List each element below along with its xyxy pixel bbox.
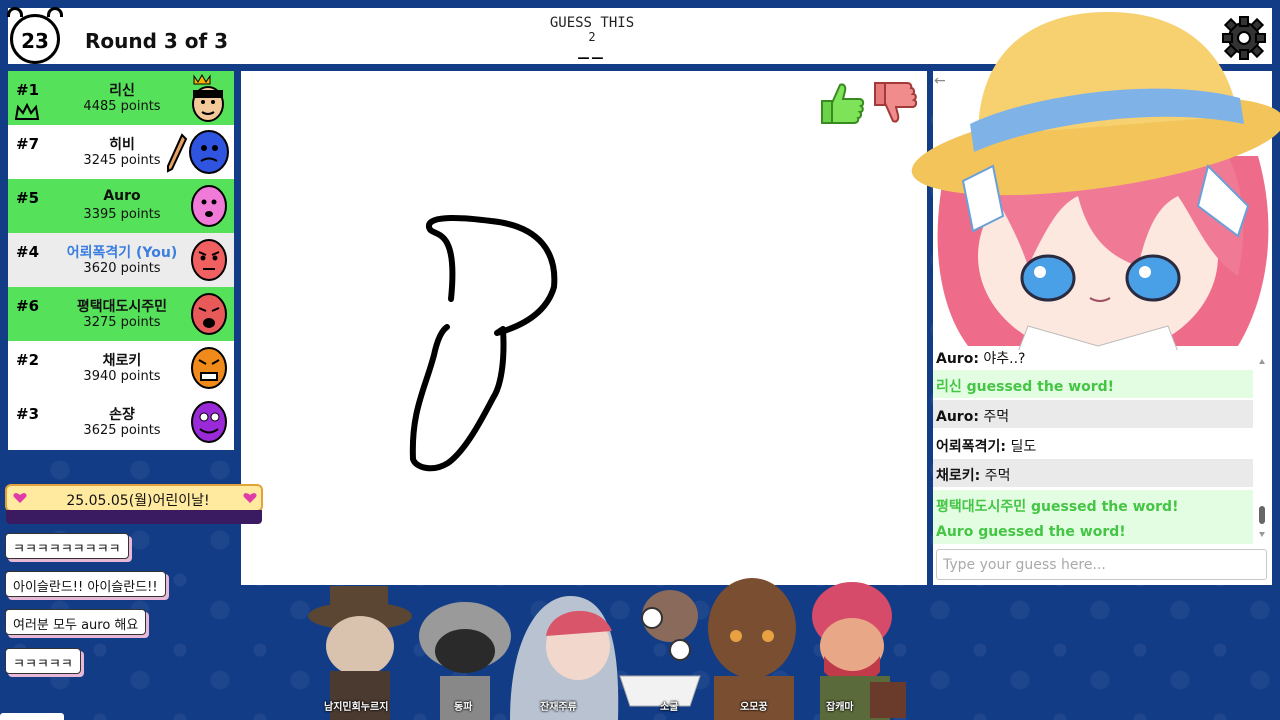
player-points: 3625 points (83, 423, 161, 438)
stream-chat-bubble: ㅋㅋㅋㅋㅋ (5, 648, 81, 674)
player-name: 손쟝 (109, 407, 135, 423)
chat-username: Auro: (936, 351, 979, 367)
player-row[interactable]: #6 평택대도시주민 3275 points (8, 287, 234, 341)
chat-username: Auro: (936, 409, 979, 425)
player-name-you: 어뢰폭격기 (You) (66, 245, 178, 261)
player-name: Auro (103, 188, 141, 204)
chat-text: 리신 guessed the word! (936, 379, 1115, 395)
guess-input[interactable] (936, 549, 1267, 580)
player-avatar (191, 401, 227, 443)
player-points: 3395 points (83, 207, 161, 222)
player-points: 3275 points (83, 315, 161, 330)
chat-message: Auro: 주먹 (933, 400, 1253, 428)
player-rank: #2 (16, 351, 40, 369)
chat-text: 주먹 (983, 409, 1010, 425)
chat-message-guessed: 리신 guessed the word! (933, 370, 1253, 398)
chat-text: Auro guessed the word! (936, 524, 1126, 540)
chat-text: 주먹 (984, 468, 1011, 484)
announcement-subbar (6, 510, 262, 524)
player-name: 채로키 (102, 353, 142, 369)
chat-username: 어뢰폭격기: (936, 439, 1006, 455)
chat-text: 평택대도시주민 guessed the word! (936, 499, 1179, 515)
player-points: 3620 points (83, 261, 161, 276)
player-rank: #6 (16, 297, 40, 315)
character-label: 남지민회누르지 (324, 702, 389, 713)
chat-scrollbar[interactable] (1257, 356, 1267, 540)
heart-icon (13, 493, 27, 503)
player-avatar (191, 239, 227, 281)
thumbs-up-icon[interactable] (818, 79, 866, 127)
announcement-banner: 25.05.05(월)어린이날! (5, 484, 263, 512)
stream-chat-bubble: 여러분 모두 auro 해요 (5, 609, 147, 635)
player-points: 4485 points (83, 99, 161, 114)
heart-icon (243, 493, 257, 503)
player-row[interactable]: #7 히비 3245 points (8, 125, 234, 179)
character-label: 동파 (454, 702, 473, 713)
player-name: 평택대도시주민 (76, 299, 168, 315)
player-rank: #3 (16, 405, 40, 423)
character-label: 잔재주류 (540, 702, 577, 713)
round-indicator: Round 3 of 3 (85, 29, 229, 53)
chat-messages: Auro: 야추..? 리신 guessed the word! Auro: 주… (933, 350, 1261, 544)
chat-message: 채로키: 주먹 (933, 459, 1253, 487)
timer-bell-right (47, 7, 63, 17)
player-avatar (191, 185, 227, 227)
chat-message: 어뢰폭격기: 딜도 (933, 430, 1253, 458)
player-avatar (192, 74, 224, 122)
player-rank: #4 (16, 243, 40, 261)
timer-value: 23 (21, 29, 49, 53)
chat-username: 채로키: (936, 468, 981, 484)
timer-bell-left (7, 7, 23, 17)
chat-text: 야추..? (983, 351, 1026, 367)
player-list: #1 리신 4485 points #7 히비 3245 points #5 A… (8, 71, 234, 450)
character-label: 잡캐마 (826, 702, 854, 713)
chat-text: 딜도 (1010, 439, 1037, 455)
player-rank: #7 (16, 135, 40, 153)
stream-chat-bubble: 아이슬란드!! 아이슬란드!! (5, 571, 166, 597)
player-name: 리신 (109, 83, 135, 99)
stream-chat-bubble: ㅋㅋㅋㅋㅋㅋㅋㅋㅋ (5, 533, 129, 559)
player-row[interactable]: #1 리신 4485 points (8, 71, 234, 125)
player-points: 3940 points (83, 369, 161, 384)
crown-icon (14, 103, 40, 120)
chat-message-guessed: Auro guessed the word! (933, 518, 1253, 544)
announcement-text: 25.05.05(월)어린이날! (66, 493, 210, 509)
player-row[interactable]: #4 어뢰폭격기 (You) 3620 points (8, 233, 234, 287)
player-avatar (191, 293, 227, 335)
chat-message: Auro: 야추..? (933, 350, 1253, 370)
player-row[interactable]: #5 Auro 3395 points (8, 179, 234, 233)
player-row[interactable]: #3 손쟝 3625 points (8, 395, 234, 449)
drawing-canvas[interactable] (241, 71, 927, 585)
player-rank: #1 (16, 81, 40, 99)
player-row[interactable]: #2 채로키 3940 points (8, 341, 234, 395)
timer-clock: 23 (7, 7, 63, 64)
player-avatar (191, 347, 227, 389)
word-blanks: __ (578, 39, 606, 60)
character-label: 오모꿍 (740, 702, 768, 713)
player-drawing (409, 214, 558, 472)
bottom-edge-element (0, 713, 64, 720)
character-label: 소굴 (660, 702, 679, 713)
player-avatar (189, 130, 229, 174)
player-rank: #5 (16, 189, 40, 207)
vtuber-avatar (911, 12, 1280, 352)
guess-word-label: GUESS THIS (549, 15, 635, 31)
chat-message-guessed: 평택대도시주민 guessed the word! (933, 490, 1253, 518)
